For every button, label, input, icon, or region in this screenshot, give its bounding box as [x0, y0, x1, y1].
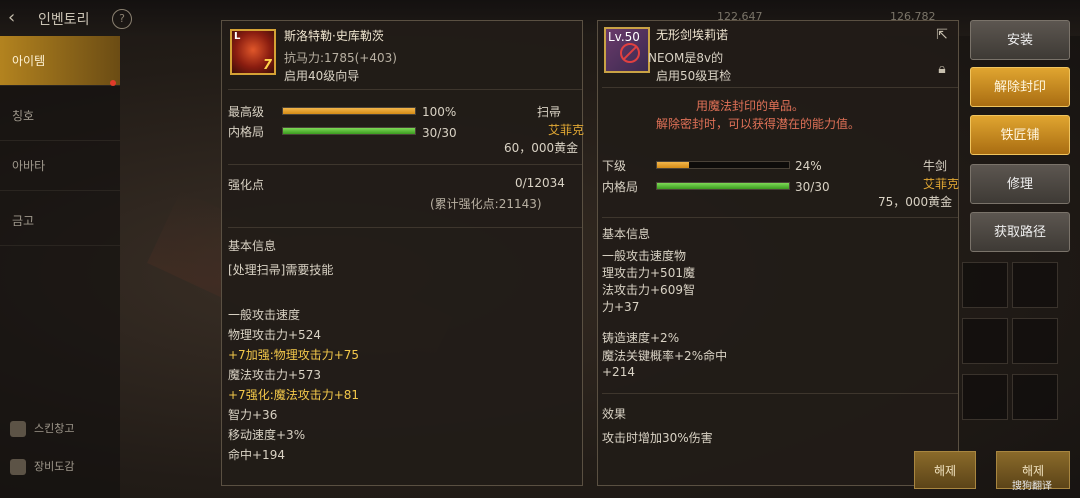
- stat-line: 铸造速度+2%: [602, 331, 680, 345]
- item-class: 艾菲克: [923, 177, 960, 191]
- divider: [602, 217, 958, 218]
- item-type: 扫帚: [537, 105, 562, 119]
- item-class: 艾菲克: [548, 123, 585, 137]
- inventory-sidebar: 아이템 칭호 아바타 금고 스킨창고 장비도감: [0, 36, 120, 498]
- stat-line: 智力+36: [228, 408, 278, 422]
- seal-message: 用魔法封印的单品。: [696, 99, 805, 113]
- codex-icon: [10, 459, 26, 475]
- sidebar-item-titles[interactable]: 칭호: [0, 91, 120, 141]
- grade-label: 下级: [602, 159, 627, 173]
- item-tooltip-compare: Lv.50 无形剑埃莉诺 NEOM是8v的 启用50级耳检 ⇱ 🔒︎ 用魔法封印…: [597, 20, 959, 486]
- grade-bar-fill: [283, 108, 415, 114]
- item-requirement: 启用50级耳检: [656, 69, 732, 83]
- durability-bar: [282, 127, 416, 135]
- effect-text: 攻击时增加30%伤害: [602, 431, 713, 445]
- item-name: 无形剑埃莉诺: [656, 28, 729, 42]
- grade-bar-fill: [657, 162, 689, 168]
- back-arrow-icon[interactable]: ‹: [8, 7, 30, 29]
- sidebar-item-vault[interactable]: 금고: [0, 196, 120, 246]
- stat-line: 移动速度+3%: [228, 428, 306, 442]
- item-icon: L 7: [230, 29, 276, 75]
- stat-line: 力+37: [602, 300, 640, 314]
- grade-percent: 100%: [422, 105, 457, 119]
- grade-percent: 24%: [795, 159, 822, 173]
- seal-message-detail: 解除密封时，可以获得潜在的能力值。: [656, 117, 861, 131]
- divider: [602, 393, 958, 394]
- divider: [228, 227, 582, 228]
- skin-storage-icon: [10, 421, 26, 437]
- effect-title: 效果: [602, 407, 627, 421]
- divider: [602, 87, 958, 88]
- bottom-action-button[interactable]: 해제: [914, 451, 976, 489]
- skill-requirement: [处理扫帚]需要技能: [228, 263, 334, 277]
- durability-value: 30/30: [795, 180, 830, 194]
- stat-line: +7加强:物理攻击力+75: [228, 348, 360, 362]
- stat-line: 命中+194: [228, 448, 285, 462]
- stat-line: 一般攻击速度: [228, 308, 301, 322]
- inventory-slot[interactable]: [1012, 374, 1058, 420]
- item-type: 牛剑: [923, 159, 948, 173]
- inventory-slot[interactable]: [962, 262, 1008, 308]
- durability-bar-fill: [283, 128, 415, 134]
- section-title: 基本信息: [602, 227, 651, 241]
- translation-watermark: 搜狗翻译: [1012, 481, 1052, 492]
- stat-line: 物理攻击力+524: [228, 328, 321, 342]
- grade-bar: [282, 107, 416, 115]
- durability-bar: [656, 182, 790, 190]
- stat-line: +214: [602, 365, 635, 379]
- item-subline: NEOM是8v的: [648, 51, 724, 65]
- durability-bar-fill: [657, 183, 789, 189]
- enhance-value: 0/12034: [515, 176, 565, 190]
- item-tooltip-equipped: L 7 斯洛特勒·史库勒茨 抗马力:1785(+403) 启用40级向导 最高级…: [221, 20, 585, 486]
- page-title: 인벤토리: [38, 12, 90, 28]
- sidebar-item-items[interactable]: 아이템: [0, 36, 120, 86]
- stat-line: 魔法关键概率+2%命中: [602, 349, 728, 363]
- share-icon[interactable]: ⇱: [932, 25, 952, 45]
- stat-line: 法攻击力+609智: [602, 283, 695, 297]
- grade-bar: [656, 161, 790, 169]
- equipment-codex-button[interactable]: 장비도감: [10, 458, 74, 475]
- item-name: 斯洛特勒·史库勒茨: [284, 29, 384, 43]
- grade-label: 最高级: [228, 105, 265, 119]
- divider: [228, 164, 582, 165]
- sidebar-item-avatar[interactable]: 아바타: [0, 141, 120, 191]
- inventory-slot[interactable]: [962, 318, 1008, 364]
- durability-value: 30/30: [422, 126, 457, 140]
- equip-button[interactable]: 安装: [970, 20, 1070, 60]
- divider: [228, 89, 582, 90]
- enhance-total: (累计强化点:21143): [430, 197, 542, 211]
- stat-line: 理攻击力+501魔: [602, 266, 695, 280]
- stat-line: 魔法攻击力+573: [228, 368, 321, 382]
- enhance-label: 强化点: [228, 178, 265, 192]
- item-price: 75，000黄金: [878, 195, 953, 209]
- unseal-button[interactable]: 解除封印: [970, 67, 1070, 107]
- stat-line: 一般攻击速度物: [602, 249, 687, 263]
- durability-label: 内格局: [602, 180, 639, 194]
- item-requirement: 启用40级向导: [284, 69, 360, 83]
- inventory-slot[interactable]: [1012, 262, 1058, 308]
- durability-label: 内格局: [228, 125, 265, 139]
- notification-dot: [110, 80, 116, 86]
- sealed-item-icon: Lv.50: [604, 27, 650, 73]
- item-price: 60，000黄金: [504, 141, 579, 155]
- blacksmith-button[interactable]: 铁匠铺: [970, 115, 1070, 155]
- repair-button[interactable]: 修理: [970, 164, 1070, 204]
- inventory-slot[interactable]: [962, 374, 1008, 420]
- lock-icon[interactable]: 🔒︎: [932, 59, 952, 79]
- acquire-path-button[interactable]: 获取路径: [970, 212, 1070, 252]
- stat-line: +7强化:魔法攻击力+81: [228, 388, 360, 402]
- item-resist: 抗马力:1785(+403): [284, 51, 397, 65]
- help-icon[interactable]: ?: [112, 9, 132, 29]
- sealed-icon: [620, 43, 640, 63]
- inventory-slot[interactable]: [1012, 318, 1058, 364]
- section-title: 基本信息: [228, 239, 277, 253]
- skin-storage-button[interactable]: 스킨창고: [10, 420, 74, 437]
